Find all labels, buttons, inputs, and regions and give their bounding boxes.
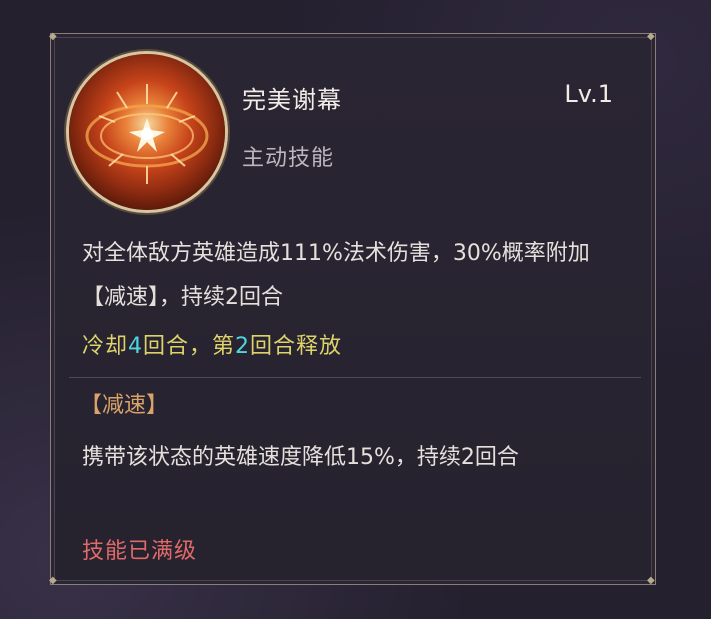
cooldown-turns: 4 [128,334,144,359]
corner-ornament-icon: ◆ [647,31,655,42]
skill-max-status: 技能已满级 [82,539,198,564]
divider [69,377,641,378]
corner-ornament-icon: ◆ [647,575,655,586]
skill-level: Lv.1 [564,80,613,108]
cooldown-info: 冷却4回合，第2回合释放 [82,328,342,360]
corner-ornament-icon: ◆ [49,575,57,586]
cooldown-suffix: 回合释放 [250,334,343,359]
skill-type: 主动技能 [242,146,335,171]
skill-description: 对全体敌方英雄造成111%法术伤害，30%概率附加【减速】，持续2回合 [82,241,590,310]
release-turn: 2 [235,334,251,359]
effect-title: 【减速】 [80,393,169,418]
cooldown-mid: 回合，第 [143,334,236,359]
cooldown-prefix: 冷却 [82,334,129,359]
skill-tooltip-panel: ◆ ◆ ◆ ◆ 完美谢幕 Lv.1 主动技能 对全体敌方英雄造成111%法术伤害… [49,31,656,586]
burst-icon [69,54,225,210]
corner-ornament-icon: ◆ [49,31,57,42]
skill-name: 完美谢幕 [242,86,342,114]
effect-description: 携带该状态的英雄速度降低15%，持续2回合 [82,445,519,470]
